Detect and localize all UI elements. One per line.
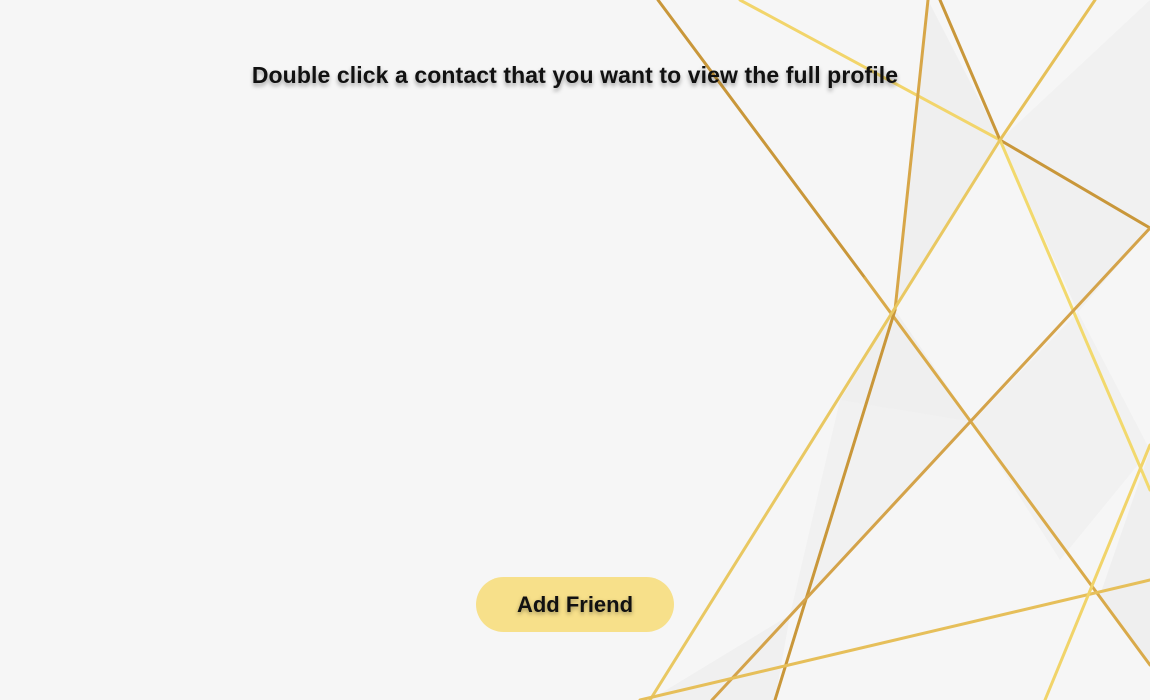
contact-list[interactable] <box>236 120 914 540</box>
instruction-text: Double click a contact that you want to … <box>251 62 899 88</box>
add-friend-button[interactable]: Add Friend <box>476 577 674 632</box>
